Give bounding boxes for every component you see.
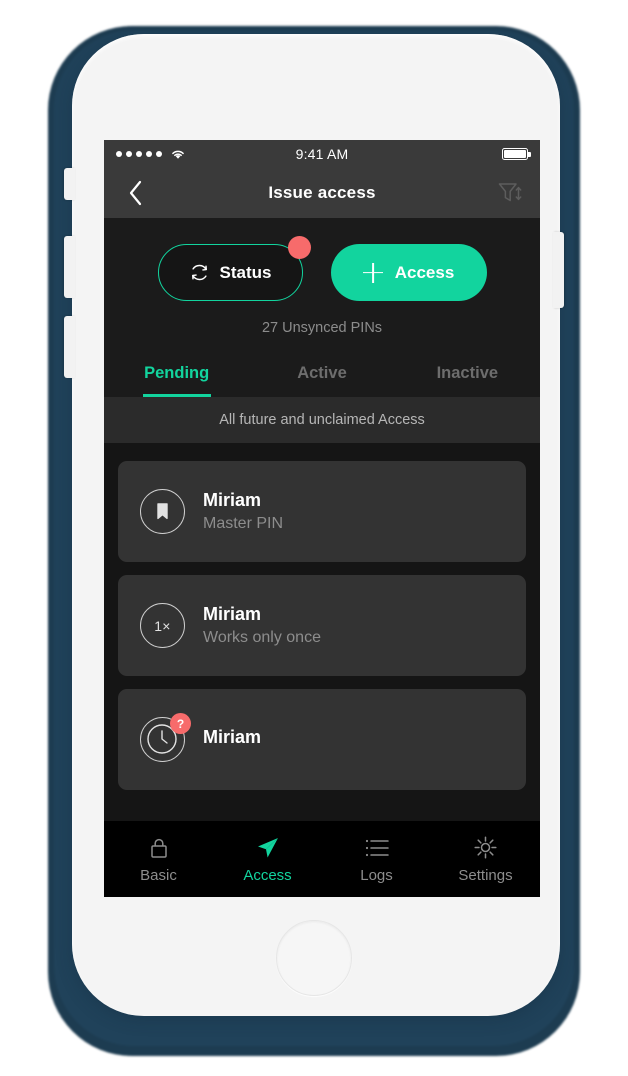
power-button[interactable] <box>553 232 564 308</box>
wifi-icon <box>170 148 186 160</box>
filter-sort-icon[interactable] <box>494 177 526 209</box>
signal-strength-icon <box>116 151 162 157</box>
tab-access-label: Access <box>243 866 292 884</box>
status-button-label: Status <box>219 262 272 282</box>
list-item-subtitle: Master PIN <box>203 515 284 532</box>
one-time-icon: 1× <box>140 603 185 648</box>
unsynced-pins-status: 27 Unsynced PINs <box>261 320 383 336</box>
add-access-button-label: Access <box>394 262 455 282</box>
sync-refresh-icon <box>189 262 210 283</box>
screenshot-stage: 9:41 AM Issue access Status Access 27 Un… <box>0 0 628 1076</box>
status-notification-badge <box>287 236 311 259</box>
tab-pending[interactable]: Pending <box>104 356 249 397</box>
lock-icon <box>149 835 169 861</box>
volume-down-button[interactable] <box>64 316 75 378</box>
list-item[interactable]: ? Miriam <box>118 689 526 790</box>
plus-icon <box>363 263 383 283</box>
send-icon <box>255 835 281 861</box>
list-item[interactable]: 1× Miriam Works only once <box>118 575 526 676</box>
clock-icon: ? <box>140 713 191 762</box>
status-bar: 9:41 AM <box>104 140 540 168</box>
tab-access[interactable]: Access <box>213 835 322 884</box>
list-item-title: Miriam <box>203 727 262 747</box>
bottom-tab-bar: Basic Access Logs Settings <box>104 821 540 897</box>
add-access-button[interactable]: Access <box>330 244 487 301</box>
tab-settings[interactable]: Settings <box>431 835 540 884</box>
tab-settings-label: Settings <box>458 866 513 884</box>
unknown-status-badge: ? <box>170 713 191 734</box>
list-item[interactable]: Miriam Master PIN <box>118 461 526 562</box>
access-list: Miriam Master PIN 1× Miriam Works only o… <box>104 443 540 790</box>
phone-screen: 9:41 AM Issue access Status Access 27 Un… <box>104 140 540 897</box>
back-button[interactable] <box>118 176 152 210</box>
battery-icon <box>502 148 531 160</box>
tab-logs[interactable]: Logs <box>322 835 431 884</box>
action-button-row: Status Access <box>104 236 540 301</box>
tab-basic[interactable]: Basic <box>104 835 213 884</box>
list-item-title: Miriam <box>203 604 262 624</box>
list-icon <box>365 835 389 861</box>
tab-inactive[interactable]: Inactive <box>395 356 540 397</box>
bookmark-icon <box>140 489 185 534</box>
tab-active[interactable]: Active <box>249 356 394 397</box>
mute-switch[interactable] <box>64 168 75 200</box>
action-area: Status Access 27 Unsynced PINs Pending A… <box>104 218 540 397</box>
gear-icon <box>473 835 498 861</box>
navigation-bar: Issue access <box>104 168 540 218</box>
filter-tabs: Pending Active Inactive <box>104 356 540 397</box>
list-item-subtitle: Works only once <box>203 629 321 646</box>
page-title: Issue access <box>268 183 376 202</box>
tab-logs-label: Logs <box>360 866 393 884</box>
tab-basic-label: Basic <box>140 866 177 884</box>
list-item-title: Miriam <box>203 490 262 510</box>
one-time-icon-label: 1× <box>154 617 171 634</box>
volume-up-button[interactable] <box>64 236 75 298</box>
list-subtitle: All future and unclaimed Access <box>104 397 540 443</box>
home-button[interactable] <box>276 920 352 996</box>
status-button[interactable]: Status <box>157 236 311 301</box>
